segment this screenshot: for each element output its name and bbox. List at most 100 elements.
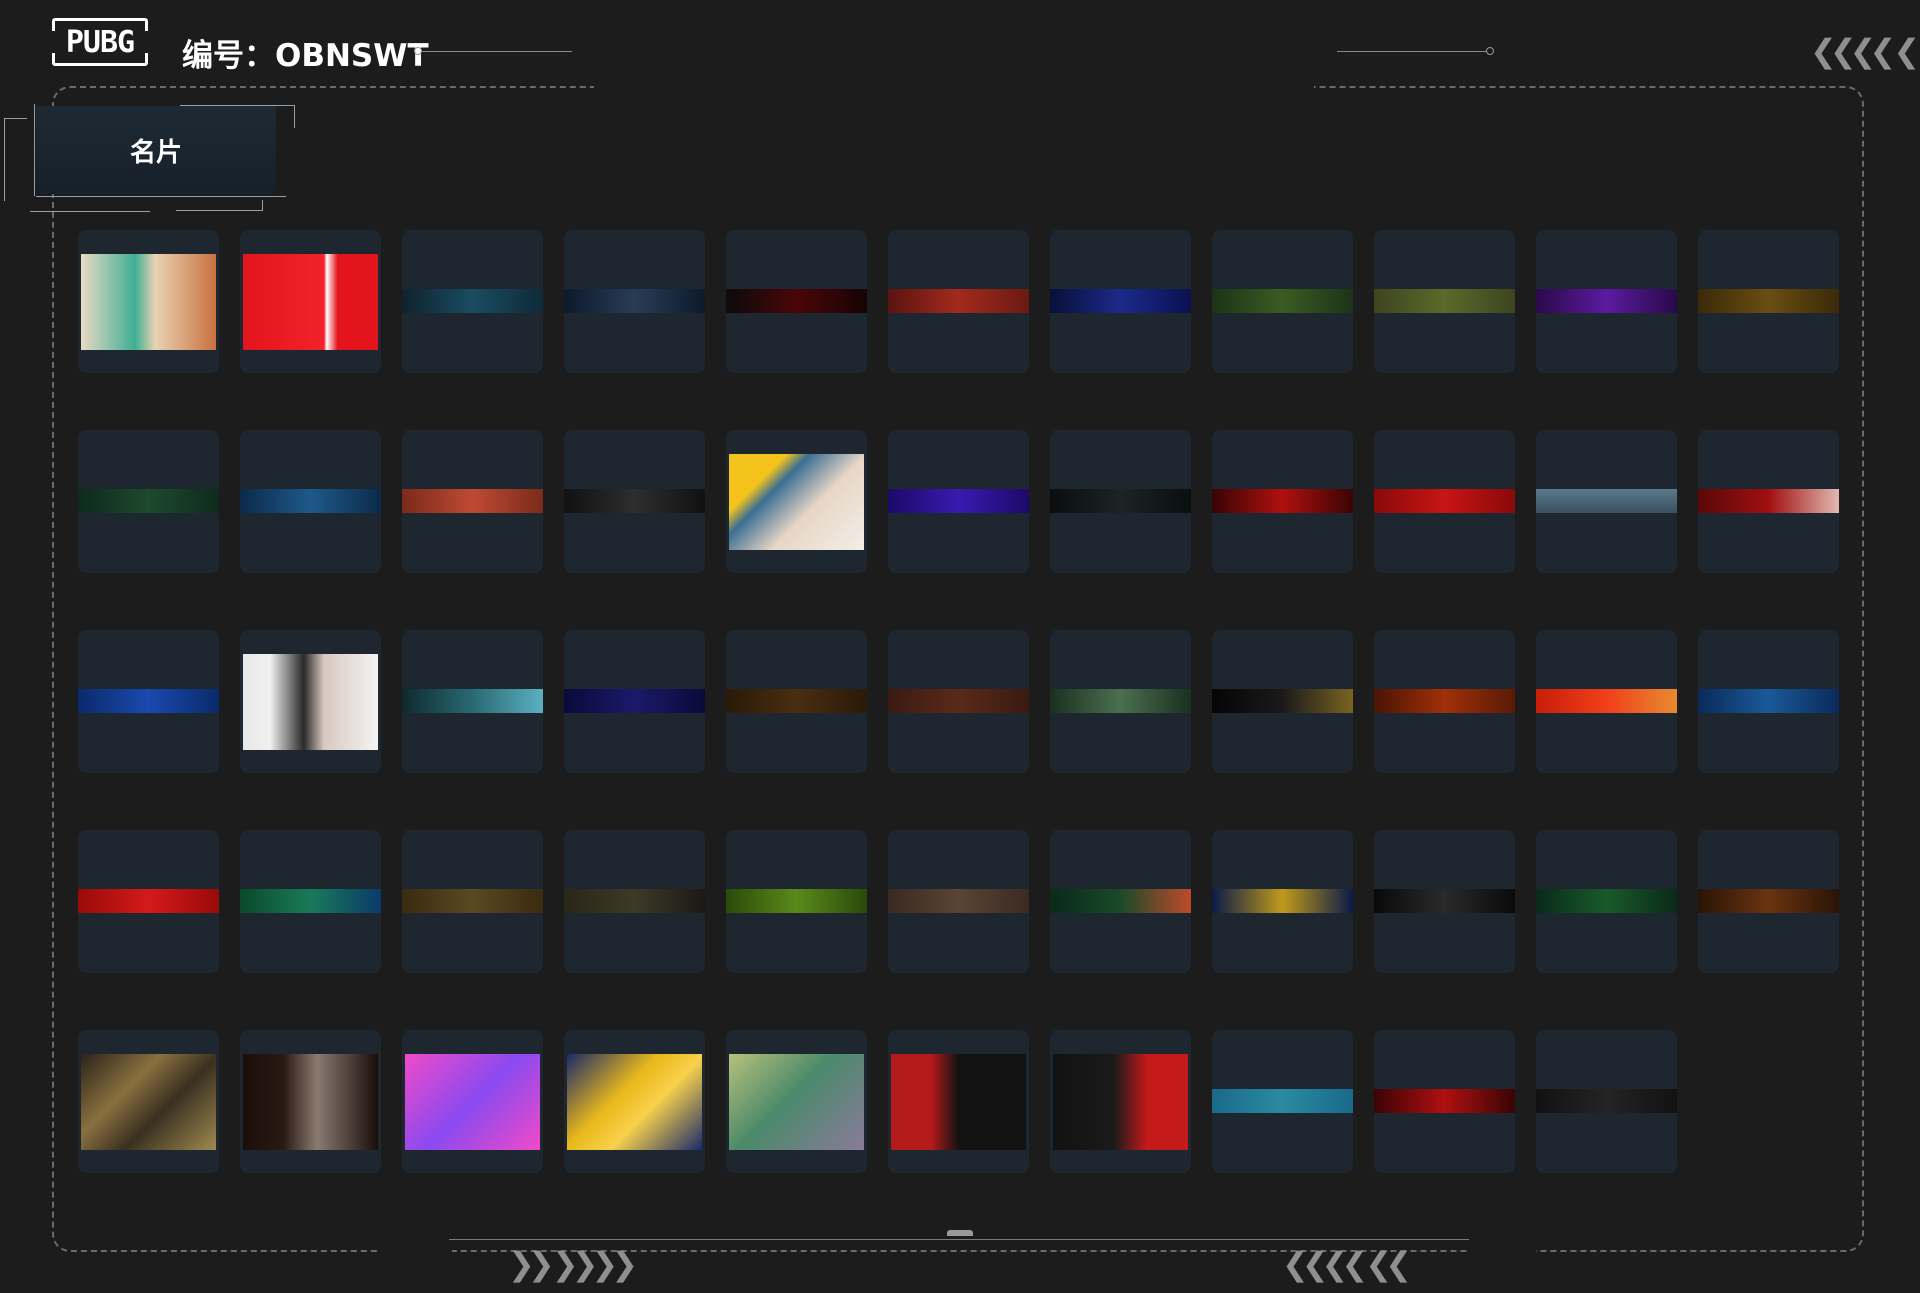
- name-card-banner: [564, 489, 705, 513]
- name-card-banner: [888, 489, 1029, 513]
- tab-bracket-bottom-right: [176, 200, 263, 211]
- name-card-tile[interactable]: [78, 430, 219, 573]
- name-card-tile[interactable]: [402, 1030, 543, 1173]
- name-card-tile[interactable]: [78, 230, 219, 373]
- name-card-banner: [78, 689, 219, 713]
- name-card-tile[interactable]: [1212, 1030, 1353, 1173]
- name-card-image: [243, 254, 378, 350]
- name-card-banner: [1050, 489, 1191, 513]
- name-card-tile[interactable]: [1374, 1030, 1515, 1173]
- name-card-tile[interactable]: [1212, 630, 1353, 773]
- name-card-tile[interactable]: [1698, 830, 1839, 973]
- name-card-banner: [1536, 489, 1677, 513]
- name-card-tile[interactable]: [564, 1030, 705, 1173]
- name-card-tile[interactable]: [888, 230, 1029, 373]
- name-card-tile[interactable]: [726, 630, 867, 773]
- name-card-image: [81, 254, 216, 350]
- name-card-banner: [726, 889, 867, 913]
- scroll-indicator[interactable]: [947, 1230, 973, 1236]
- name-card-image: [1053, 1054, 1188, 1150]
- name-card-tile[interactable]: [240, 830, 381, 973]
- name-card-banner: [1212, 489, 1353, 513]
- name-card-tile[interactable]: [240, 230, 381, 373]
- name-card-image: [729, 454, 864, 550]
- header-line-left: [422, 51, 572, 52]
- name-card-tile[interactable]: [1374, 230, 1515, 373]
- name-card-tile[interactable]: [1050, 630, 1191, 773]
- name-card-tile[interactable]: [402, 430, 543, 573]
- name-card-tile[interactable]: [1212, 430, 1353, 573]
- name-card-tile[interactable]: [1536, 430, 1677, 573]
- name-card-image: [891, 1054, 1026, 1150]
- header-line-dot-left: [414, 47, 422, 55]
- player-id-label: 编号：OBNSWT: [182, 38, 429, 74]
- name-card-tile[interactable]: [402, 230, 543, 373]
- name-card-tile[interactable]: [564, 630, 705, 773]
- name-card-banner: [1374, 889, 1515, 913]
- name-card-banner: [1050, 289, 1191, 313]
- name-card-tile[interactable]: [726, 1030, 867, 1173]
- name-card-tile[interactable]: [1050, 830, 1191, 973]
- name-card-tile[interactable]: [564, 430, 705, 573]
- name-card-tile[interactable]: [1374, 630, 1515, 773]
- name-card-tile[interactable]: [726, 430, 867, 573]
- name-card-banner: [564, 889, 705, 913]
- name-card-banner: [240, 889, 381, 913]
- name-card-tile[interactable]: [402, 630, 543, 773]
- tab-bracket-top-right: [180, 105, 295, 128]
- name-card-tile[interactable]: [1050, 430, 1191, 573]
- name-card-tile[interactable]: [726, 230, 867, 373]
- name-card-banner: [402, 489, 543, 513]
- name-card-banner: [1050, 889, 1191, 913]
- name-card-image: [567, 1054, 702, 1150]
- name-card-image: [243, 1054, 378, 1150]
- name-card-tile[interactable]: [1212, 830, 1353, 973]
- name-card-image: [729, 1054, 864, 1150]
- name-card-banner: [888, 689, 1029, 713]
- name-card-banner: [1536, 889, 1677, 913]
- name-card-tile[interactable]: [78, 1030, 219, 1173]
- name-card-tile[interactable]: [564, 830, 705, 973]
- name-card-banner: [564, 289, 705, 313]
- name-card-tile[interactable]: [888, 830, 1029, 973]
- name-card-banner: [1212, 689, 1353, 713]
- name-card-tile[interactable]: [240, 630, 381, 773]
- name-card-tile[interactable]: [1050, 230, 1191, 373]
- footer-right-chevrons-icon: ❮❮❮❮ ❮❮: [1282, 1245, 1412, 1283]
- name-card-tile[interactable]: [1536, 830, 1677, 973]
- tab-bracket-bottom: [36, 194, 286, 197]
- name-card-banner: [1698, 889, 1839, 913]
- name-card-tile[interactable]: [1698, 230, 1839, 373]
- name-card-banner: [402, 689, 543, 713]
- name-card-tile[interactable]: [1536, 630, 1677, 773]
- header-line-right: [1337, 51, 1487, 52]
- name-card-tile[interactable]: [240, 1030, 381, 1173]
- name-card-tile[interactable]: [1212, 230, 1353, 373]
- name-card-image: [405, 1054, 540, 1150]
- name-card-tile[interactable]: [1374, 430, 1515, 573]
- name-card-tile[interactable]: [888, 630, 1029, 773]
- name-card-banner: [564, 689, 705, 713]
- name-card-tile[interactable]: [1050, 1030, 1191, 1173]
- name-card-tile[interactable]: [888, 1030, 1029, 1173]
- name-card-tile[interactable]: [726, 830, 867, 973]
- name-card-tile[interactable]: [78, 630, 219, 773]
- name-card-tile[interactable]: [78, 830, 219, 973]
- name-card-tile[interactable]: [1698, 430, 1839, 573]
- name-card-tile[interactable]: [240, 430, 381, 573]
- name-card-banner: [1536, 1089, 1677, 1113]
- name-card-tile[interactable]: [1536, 1030, 1677, 1173]
- tab-name-cards-label: 名片: [129, 137, 182, 168]
- name-card-banner: [1374, 689, 1515, 713]
- name-card-banner: [1212, 1089, 1353, 1113]
- name-card-banner: [726, 289, 867, 313]
- header-line-dot-right: [1486, 47, 1494, 55]
- name-card-tile[interactable]: [1698, 630, 1839, 773]
- name-card-tile[interactable]: [1374, 830, 1515, 973]
- footer-line: [449, 1239, 1469, 1240]
- name-card-tile[interactable]: [402, 830, 543, 973]
- name-card-tile[interactable]: [1536, 230, 1677, 373]
- name-card-tile[interactable]: [888, 430, 1029, 573]
- name-card-tile[interactable]: [564, 230, 705, 373]
- footer-left-chevrons-icon: ❯❯ ❯❯❯❯: [508, 1245, 638, 1283]
